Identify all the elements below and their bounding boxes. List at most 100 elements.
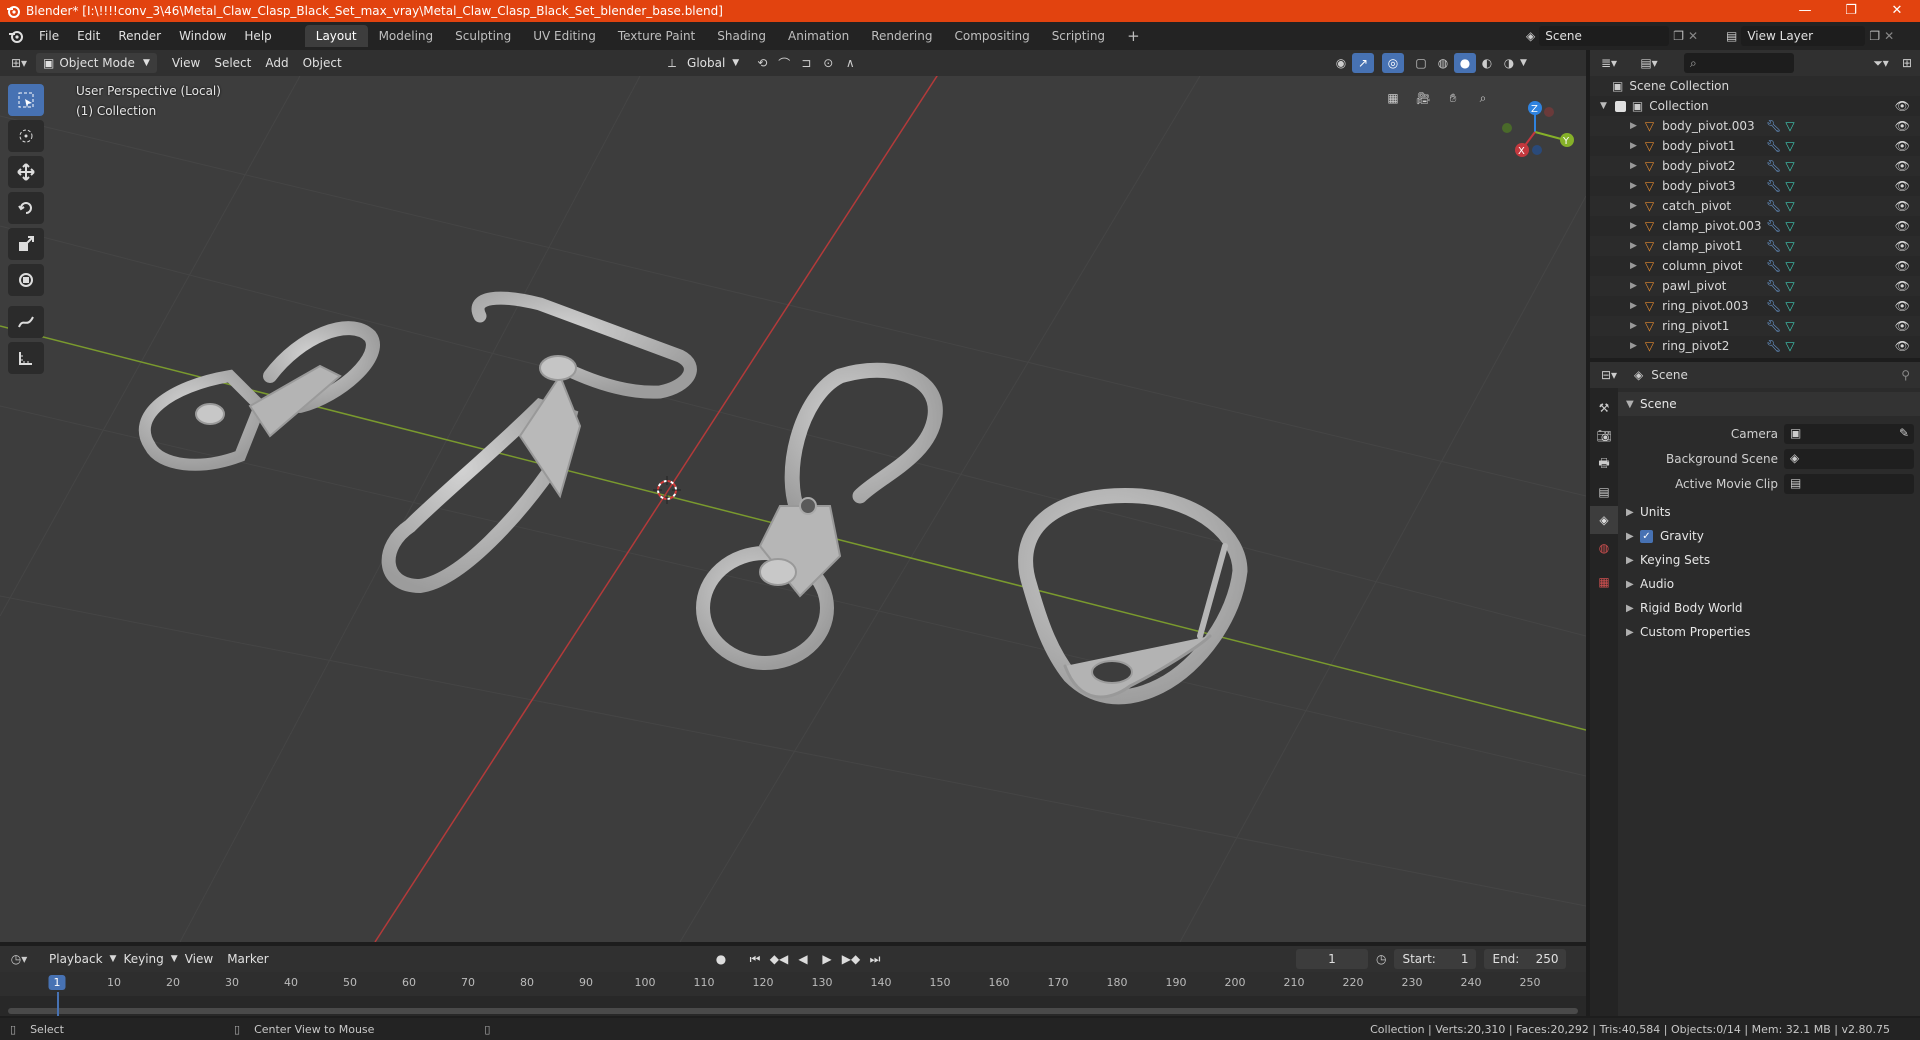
mesh-data-icon[interactable]: ▽ (1785, 159, 1794, 173)
mesh-data-icon[interactable]: ▽ (1785, 179, 1794, 193)
menu-window[interactable]: Window (170, 29, 235, 43)
3d-cursor-icon[interactable] (653, 476, 681, 504)
tab-sculpting[interactable]: Sculpting (444, 25, 522, 47)
expand-arrow-icon[interactable]: ▶ (1630, 241, 1637, 251)
modifier-wrench-icon[interactable]: 🔧︎ (1766, 259, 1781, 273)
eye-icon[interactable]: 👁︎ (1895, 239, 1910, 253)
outliner-object-row[interactable]: ▶ ▽ ring_pivot1 🔧︎ ▽ 👁︎ (1590, 316, 1920, 336)
active-movie-clip-field[interactable]: ▤ (1784, 474, 1914, 494)
properties-editor-type-icon[interactable]: ⊟▾ (1598, 365, 1620, 385)
camera-view-icon[interactable]: 🎥︎ (1412, 88, 1434, 108)
modifier-wrench-icon[interactable]: 🔧︎ (1766, 139, 1781, 153)
filter-icon[interactable]: ⏷▾ (1870, 53, 1892, 73)
tab-rendering[interactable]: Rendering (860, 25, 943, 47)
3d-viewport[interactable]: Z Y X User Perspective (Local) (1) Colle… (0, 76, 1586, 942)
view-layer-properties-tab-icon[interactable]: ▤ (1590, 478, 1618, 506)
end-frame-field[interactable]: End: 250 (1484, 949, 1567, 969)
custom-properties-panel-header[interactable]: ▶ Custom Properties (1618, 620, 1920, 644)
mesh-data-icon[interactable]: ▽ (1785, 199, 1794, 213)
timeline-scrollbar[interactable] (8, 1008, 1578, 1014)
tab-layout[interactable]: Layout (304, 25, 368, 47)
mesh-data-icon[interactable]: ▽ (1785, 279, 1794, 293)
expand-arrow-icon[interactable]: ▶ (1630, 141, 1637, 151)
annotate-tool-icon[interactable] (8, 306, 44, 338)
menu-file[interactable]: File (30, 29, 68, 43)
transform-orientation-selector[interactable]: Global (680, 53, 732, 73)
wireframe-shading-icon[interactable]: ◍ (1432, 53, 1454, 73)
eye-icon[interactable]: 👁︎ (1895, 99, 1910, 113)
clasp-object-1[interactable] (138, 321, 380, 471)
zoom-icon[interactable]: ⌕ (1472, 88, 1494, 108)
outliner-object-row[interactable]: ▶ ▽ column_pivot 🔧︎ ▽ 👁︎ (1590, 256, 1920, 276)
menu-render[interactable]: Render (109, 29, 170, 43)
camera-field[interactable]: ▣ ✎ (1784, 424, 1914, 444)
gravity-panel-header[interactable]: ▶ ✓ Gravity (1618, 524, 1920, 548)
overlays-icon[interactable]: ◎ (1382, 53, 1404, 73)
transform-tool-icon[interactable] (8, 264, 44, 296)
menu-keying[interactable]: Keying (116, 949, 170, 969)
modifier-wrench-icon[interactable]: 🔧︎ (1766, 179, 1781, 193)
expand-arrow-icon[interactable]: ▶ (1630, 181, 1637, 191)
timeline-editor-type-icon[interactable]: ◷▾ (8, 949, 30, 969)
eye-icon[interactable]: 👁︎ (1895, 319, 1910, 333)
modifier-wrench-icon[interactable]: 🔧︎ (1766, 279, 1781, 293)
world-properties-tab-icon[interactable]: ◍ (1590, 534, 1618, 562)
tab-compositing[interactable]: Compositing (943, 25, 1040, 47)
eye-icon[interactable]: 👁︎ (1895, 199, 1910, 213)
playhead-line[interactable] (57, 992, 59, 1016)
outliner-collection[interactable]: ▼ ▣ Collection 👁︎ (1590, 96, 1920, 116)
keying-sets-panel-header[interactable]: ▶ Keying Sets (1618, 548, 1920, 572)
rendered-shading-icon[interactable]: ◑ (1498, 53, 1520, 73)
eye-icon[interactable]: 👁︎ (1895, 159, 1910, 173)
menu-playback[interactable]: Playback (42, 949, 110, 969)
expand-arrow-icon[interactable]: ▶ (1630, 281, 1637, 291)
modifier-wrench-icon[interactable]: 🔧︎ (1766, 239, 1781, 253)
outliner-object-row[interactable]: ▶ ▽ body_pivot.003 🔧︎ ▽ 👁︎ (1590, 116, 1920, 136)
tab-shading[interactable]: Shading (706, 25, 777, 47)
tab-modeling[interactable]: Modeling (368, 25, 445, 47)
clasp-object-2[interactable] (381, 291, 697, 594)
timeline-body[interactable]: 1 10 20 30 40 50 60 70 80 90 100 110 120 130 140 150 160… (0, 972, 1586, 1016)
outliner-object-row[interactable]: ▶ ▽ body_pivot2 🔧︎ ▽ 👁︎ (1590, 156, 1920, 176)
mode-selector[interactable]: ▣ Object Mode ▼ (36, 53, 157, 73)
play-reverse-icon[interactable]: ◀ (792, 949, 814, 969)
chevron-down-icon[interactable]: ▼ (1520, 58, 1527, 68)
stopwatch-icon[interactable]: ◷ (1376, 952, 1386, 966)
expand-arrow-icon[interactable]: ▼ (1600, 101, 1607, 111)
menu-help[interactable]: Help (235, 29, 280, 43)
outliner-object-row[interactable]: ▶ ▽ body_pivot3 🔧︎ ▽ 👁︎ (1590, 176, 1920, 196)
modifier-wrench-icon[interactable]: 🔧︎ (1766, 299, 1781, 313)
outliner-scene-collection[interactable]: ▣ Scene Collection (1590, 76, 1920, 96)
cursor-tool-icon[interactable] (8, 120, 44, 152)
scene-panel-header[interactable]: ▼ Scene (1618, 392, 1920, 416)
next-keyframe-icon[interactable]: ▶◆ (840, 949, 862, 969)
move-tool-icon[interactable] (8, 156, 44, 188)
jump-start-icon[interactable]: ⏮ (744, 949, 766, 969)
maximize-button[interactable]: ❐ (1828, 0, 1874, 22)
audio-panel-header[interactable]: ▶ Audio (1618, 572, 1920, 596)
minimize-button[interactable]: — (1782, 0, 1828, 22)
snap-icon[interactable]: ⌒ (773, 53, 795, 73)
clasp-object-3[interactable] (696, 362, 943, 670)
new-scene-icon[interactable]: ❐ (1673, 29, 1684, 43)
falloff-icon[interactable]: ∧ (839, 53, 861, 73)
menu-select[interactable]: Select (207, 53, 258, 73)
mesh-data-icon[interactable]: ▽ (1785, 299, 1794, 313)
material-shading-icon[interactable]: ◐ (1476, 53, 1498, 73)
snap-target-icon[interactable]: ⊐ (795, 53, 817, 73)
pivot-point-icon[interactable]: ⟲ (751, 53, 773, 73)
viewport-canvas[interactable]: Z Y X (0, 76, 1586, 942)
eye-icon[interactable]: 👁︎ (1895, 139, 1910, 153)
eye-icon[interactable]: 👁︎ (1895, 279, 1910, 293)
gizmo-toggle-icon[interactable]: ↗ (1352, 53, 1374, 73)
outliner-object-row[interactable]: ▶ ▽ ring_pivot2 🔧︎ ▽ 👁︎ (1590, 336, 1920, 356)
modifier-wrench-icon[interactable]: 🔧︎ (1766, 219, 1781, 233)
menu-view[interactable]: View (165, 53, 207, 73)
gravity-checkbox[interactable]: ✓ (1640, 529, 1653, 543)
rigid-body-world-panel-header[interactable]: ▶ Rigid Body World (1618, 596, 1920, 620)
outliner-object-row[interactable]: ▶ ▽ ring_pivot.003 🔧︎ ▽ 👁︎ (1590, 296, 1920, 316)
mesh-data-icon[interactable]: ▽ (1785, 139, 1794, 153)
menu-view[interactable]: View (178, 949, 220, 969)
tab-animation[interactable]: Animation (777, 25, 860, 47)
current-frame-field[interactable]: 1 (1296, 949, 1368, 969)
